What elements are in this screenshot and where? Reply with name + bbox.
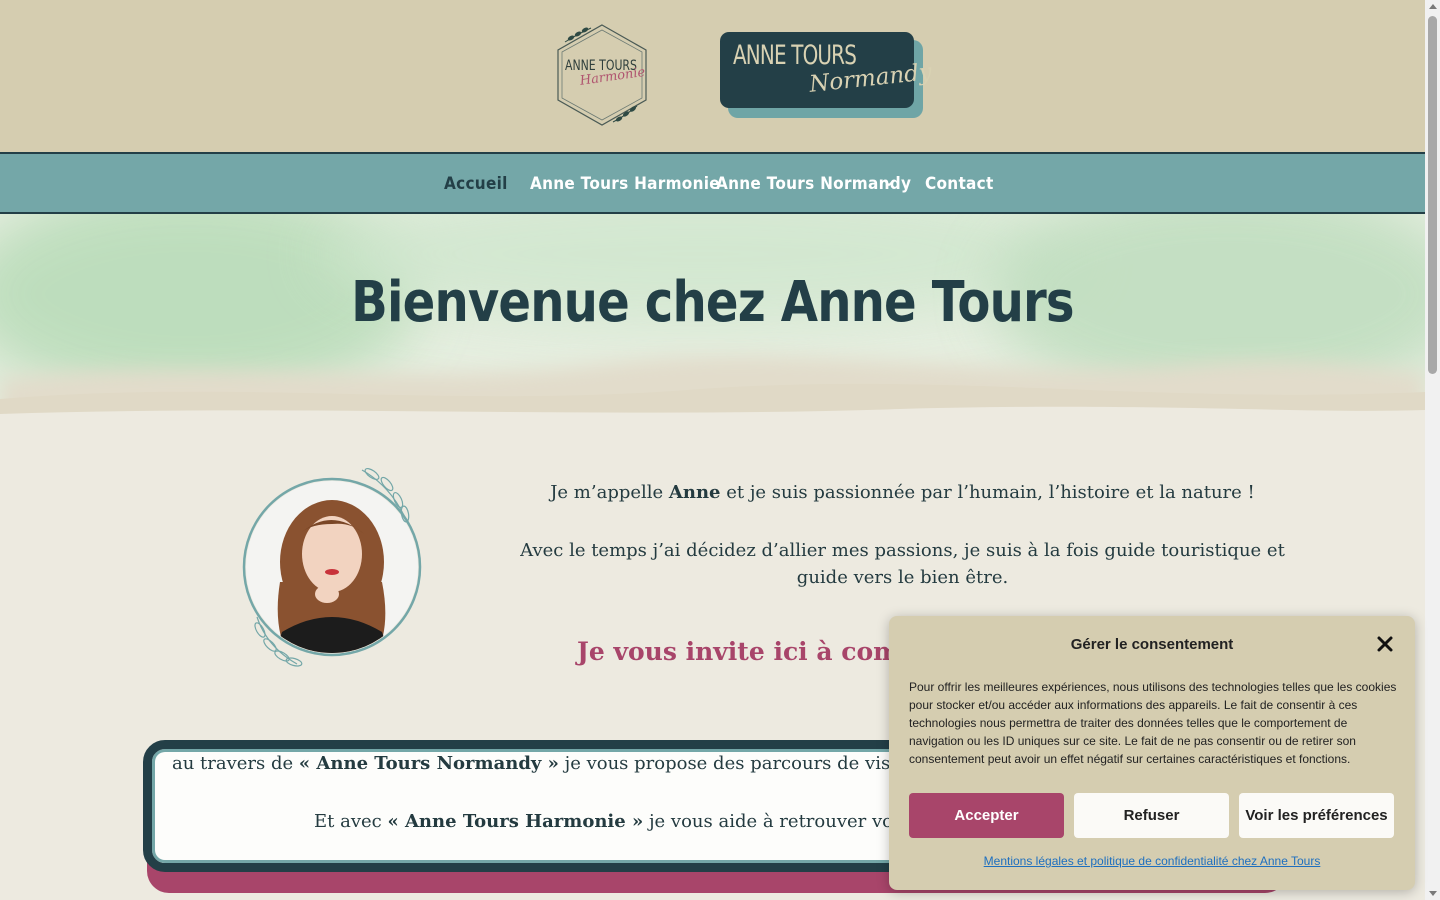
accept-button[interactable]: Accepter bbox=[909, 793, 1064, 838]
card-l2-bold: « Anne Tours Harmonie » bbox=[387, 811, 644, 832]
logo-normandy-line1: ANNE TOURS bbox=[733, 40, 857, 71]
privacy-policy-link[interactable]: Mentions légales et politique de confide… bbox=[889, 854, 1415, 868]
avatar-portrait bbox=[242, 467, 422, 667]
main-navigation: Accueil Anne Tours Harmonie Anne Tours N… bbox=[0, 152, 1425, 214]
logo-anne-tours-harmonie[interactable]: ANNE TOURS Harmonie bbox=[553, 22, 651, 128]
card-l1-after: je vous propose des parcours de visites … bbox=[558, 753, 941, 774]
logo-anne-tours-normandy[interactable]: ANNE TOURS Normandy bbox=[720, 32, 933, 118]
close-icon[interactable] bbox=[1375, 634, 1395, 654]
card-line-normandy: au travers de « Anne Tours Normandy » je… bbox=[172, 753, 940, 774]
page-scrollbar[interactable] bbox=[1425, 0, 1440, 900]
intro-paragraph-1: Je m’appelle Anne et je suis passionnée … bbox=[520, 479, 1285, 506]
profile-avatar bbox=[232, 462, 432, 672]
card-l1-bold: « Anne Tours Normandy » bbox=[298, 753, 559, 774]
scroll-down-arrow-icon[interactable] bbox=[1429, 891, 1437, 896]
intro-paragraph-2: Avec le temps j’ai décidez d’allier mes … bbox=[520, 540, 1285, 588]
scroll-up-arrow-icon[interactable] bbox=[1429, 4, 1437, 9]
intro-p1-name: Anne bbox=[668, 482, 721, 503]
intro-p1-before: Je m’appelle bbox=[550, 482, 669, 503]
card-l2-before: Et avec bbox=[314, 811, 388, 832]
nav-item-contact[interactable]: Contact bbox=[925, 174, 994, 194]
scrollbar-thumb[interactable] bbox=[1428, 16, 1437, 374]
page-title: Bienvenue chez Anne Tours bbox=[351, 270, 1074, 335]
nav-item-accueil[interactable]: Accueil bbox=[444, 174, 508, 194]
consent-description: Pour offrir les meilleures expériences, … bbox=[909, 680, 1397, 766]
nav-item-anne-tours-harmonie[interactable]: Anne Tours Harmonie bbox=[530, 174, 720, 194]
chevron-down-icon[interactable] bbox=[882, 176, 896, 190]
hero-banner: Bienvenue chez Anne Tours bbox=[0, 214, 1425, 428]
site-header: ANNE TOURS Harmonie ANNE TOURS Normandy bbox=[0, 0, 1425, 152]
card-l1-before: au travers de bbox=[172, 753, 299, 774]
card-line-harmonie: Et avec « Anne Tours Harmonie » je vous … bbox=[314, 811, 945, 832]
logo-normandy-plate: ANNE TOURS Normandy bbox=[720, 32, 933, 108]
refuse-button[interactable]: Refuser bbox=[1074, 793, 1229, 838]
cookie-consent-dialog: Gérer le consentement Pour offrir les me… bbox=[889, 616, 1415, 890]
consent-title: Gérer le consentement bbox=[1070, 636, 1234, 653]
intro-p1-after: et je suis passionnée par l’humain, l’hi… bbox=[720, 482, 1255, 503]
view-preferences-button[interactable]: Voir les préférences bbox=[1239, 793, 1394, 838]
